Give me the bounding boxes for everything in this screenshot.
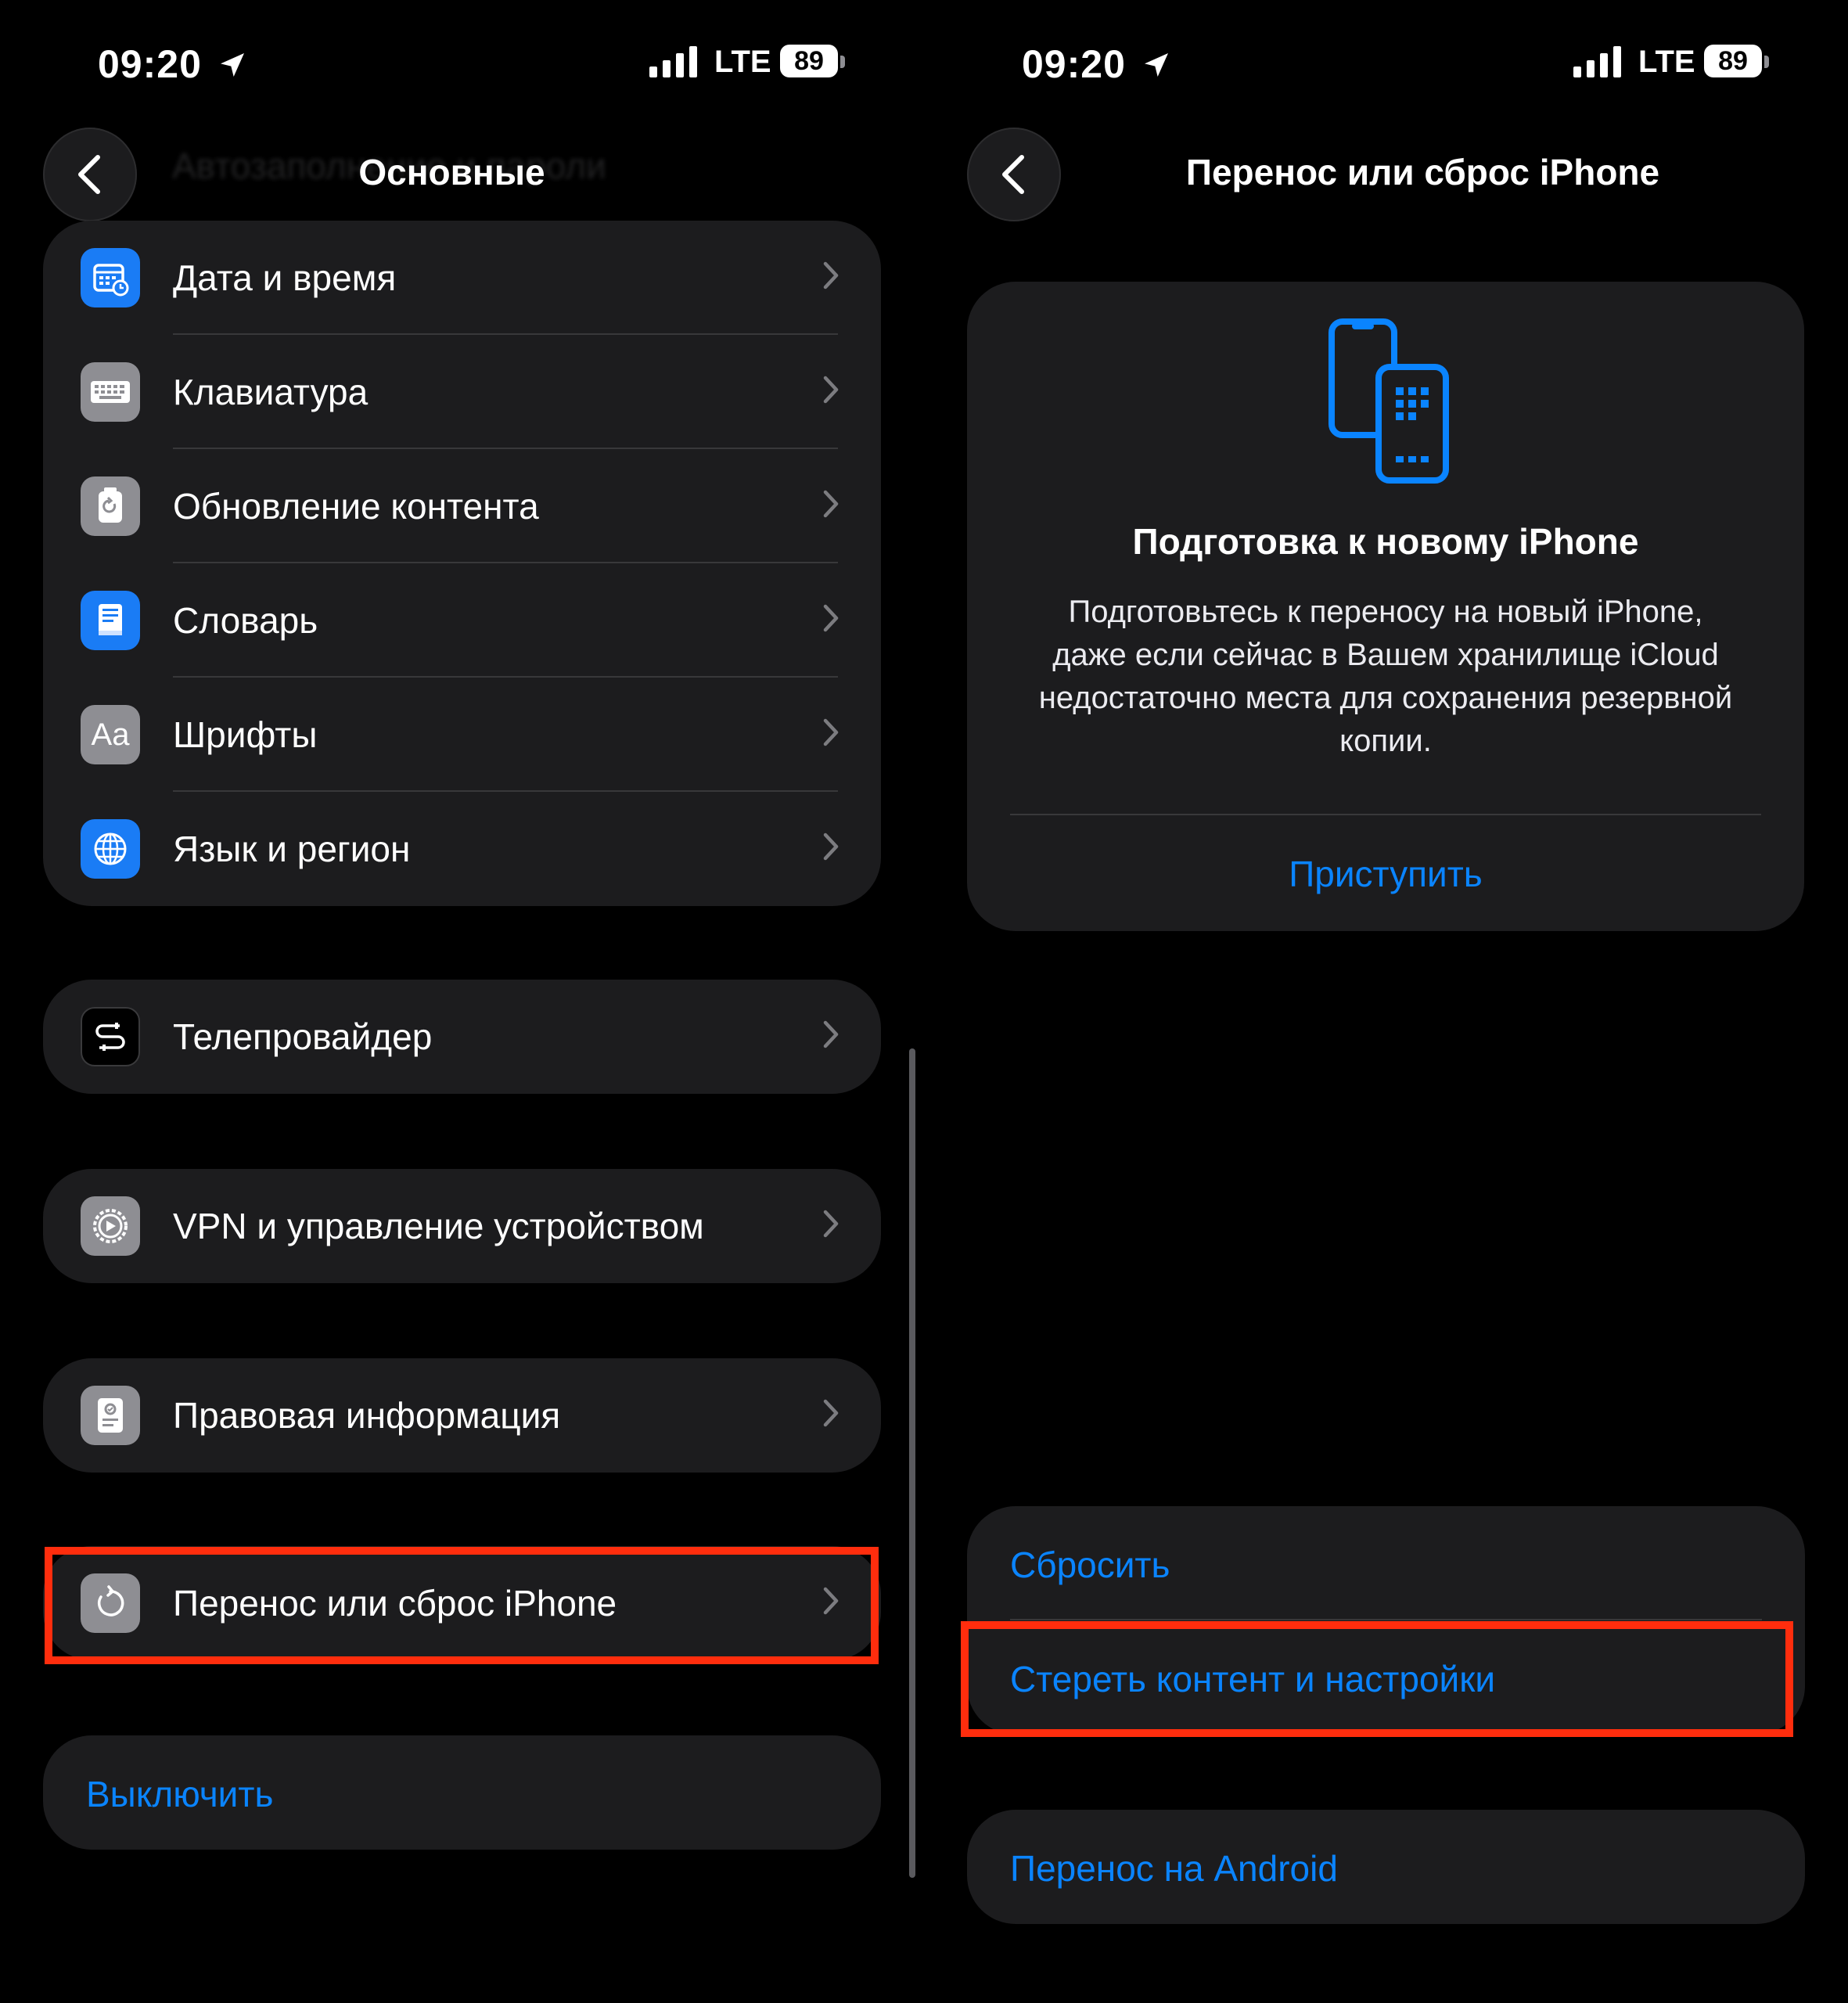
legal-document-icon bbox=[81, 1386, 140, 1445]
settings-row-dictionary[interactable]: Словарь bbox=[43, 563, 881, 678]
gear-icon bbox=[81, 1196, 140, 1256]
battery-tip bbox=[1764, 56, 1769, 68]
row-label: Клавиатура bbox=[173, 372, 369, 412]
chevron-right-icon bbox=[823, 261, 839, 289]
transfer-reset-screen: 09:20 LTE 89 Перенос или сброс iPhone По… bbox=[924, 0, 1828, 2003]
page-title: Перенос или сброс iPhone bbox=[1185, 152, 1660, 192]
shutdown-label: Выключить bbox=[86, 1774, 274, 1814]
settings-row-vpn-device-management[interactable]: VPN и управление устройством bbox=[43, 1169, 881, 1283]
settings-group-vpn: VPN и управление устройством bbox=[43, 1169, 881, 1283]
highlight-box-erase bbox=[961, 1621, 1793, 1737]
row-label: Дата и время bbox=[173, 257, 397, 298]
settings-row-background-refresh[interactable]: Обновление контента bbox=[43, 449, 881, 563]
location-arrow-icon bbox=[220, 53, 244, 77]
battery-icon: 89 bbox=[1704, 45, 1762, 77]
status-bar: 09:20 LTE 89 bbox=[924, 35, 1828, 90]
separator bbox=[1010, 814, 1761, 815]
scrollbar[interactable] bbox=[909, 1048, 915, 1878]
background-refresh-icon bbox=[81, 476, 140, 536]
chevron-right-icon bbox=[823, 1399, 839, 1427]
two-phones-icon bbox=[1328, 318, 1449, 484]
battery-icon: 89 bbox=[780, 45, 838, 77]
status-bar: 09:20 LTE 89 bbox=[0, 35, 904, 90]
page-title: Основные bbox=[358, 152, 545, 192]
chevron-right-icon bbox=[823, 490, 839, 518]
chevron-right-icon bbox=[823, 604, 839, 632]
network-type: LTE bbox=[714, 45, 771, 79]
cellular-signal-icon bbox=[649, 46, 697, 77]
move-to-android-button[interactable]: Перенос на Android bbox=[967, 1810, 1805, 1924]
chevron-right-icon bbox=[823, 1210, 839, 1238]
battery-tip bbox=[840, 56, 845, 68]
settings-group-general: Дата и время Клавиатура Обновление конте… bbox=[43, 221, 881, 906]
reset-button[interactable]: Сбросить bbox=[967, 1506, 1805, 1620]
settings-group-tv: Телепровайдер bbox=[43, 980, 881, 1094]
get-started-button[interactable]: Приступить bbox=[967, 853, 1804, 895]
settings-row-legal[interactable]: Правовая информация bbox=[43, 1358, 881, 1473]
cellular-signal-icon bbox=[1573, 46, 1621, 77]
android-group: Перенос на Android bbox=[967, 1810, 1805, 1924]
reset-label: Сбросить bbox=[1010, 1545, 1170, 1585]
row-label: Словарь bbox=[173, 600, 318, 641]
shutdown-button[interactable]: Выключить bbox=[43, 1735, 881, 1850]
keyboard-icon bbox=[81, 362, 140, 422]
android-label: Перенос на Android bbox=[1010, 1848, 1338, 1889]
dictionary-icon bbox=[81, 591, 140, 650]
network-type: LTE bbox=[1638, 45, 1695, 79]
status-time: 09:20 bbox=[98, 41, 248, 87]
card-description: Подготовьтесь к переносу на новый iPhone… bbox=[1038, 595, 1733, 758]
chevron-right-icon bbox=[823, 376, 839, 404]
fonts-icon: Aa bbox=[81, 705, 140, 764]
calendar-clock-icon bbox=[81, 248, 140, 307]
row-label: Правовая информация bbox=[173, 1395, 561, 1436]
settings-row-tv-provider[interactable]: Телепровайдер bbox=[43, 980, 881, 1094]
settings-group-legal: Правовая информация bbox=[43, 1358, 881, 1473]
status-time: 09:20 bbox=[1022, 41, 1172, 87]
settings-row-date-time[interactable]: Дата и время bbox=[43, 221, 881, 335]
card-heading: Подготовка к новому iPhone bbox=[1132, 521, 1639, 562]
row-label: Обновление контента bbox=[173, 486, 539, 527]
globe-icon bbox=[81, 819, 140, 879]
row-label: Телепровайдер bbox=[173, 1016, 433, 1057]
row-label: Язык и регион bbox=[173, 829, 411, 869]
chevron-right-icon bbox=[823, 718, 839, 746]
general-settings-screen: 09:20 LTE 89 Автозаполнение и пароли Осн… bbox=[0, 0, 915, 2003]
highlight-box-transfer bbox=[45, 1547, 879, 1664]
settings-row-language-region[interactable]: Язык и регион bbox=[43, 792, 881, 906]
row-label: Шрифты bbox=[173, 714, 318, 755]
prepare-new-iphone-card: Подготовка к новому iPhone Подготовьтесь… bbox=[967, 282, 1804, 931]
tv-provider-icon bbox=[81, 1007, 140, 1066]
chevron-right-icon bbox=[823, 832, 839, 861]
settings-group-shutdown: Выключить bbox=[43, 1735, 881, 1850]
row-label: VPN и управление устройством bbox=[173, 1206, 704, 1246]
chevron-right-icon bbox=[823, 1020, 839, 1048]
settings-row-fonts[interactable]: Aa Шрифты bbox=[43, 678, 881, 792]
location-arrow-icon bbox=[1144, 53, 1168, 77]
settings-row-keyboard[interactable]: Клавиатура bbox=[43, 335, 881, 449]
